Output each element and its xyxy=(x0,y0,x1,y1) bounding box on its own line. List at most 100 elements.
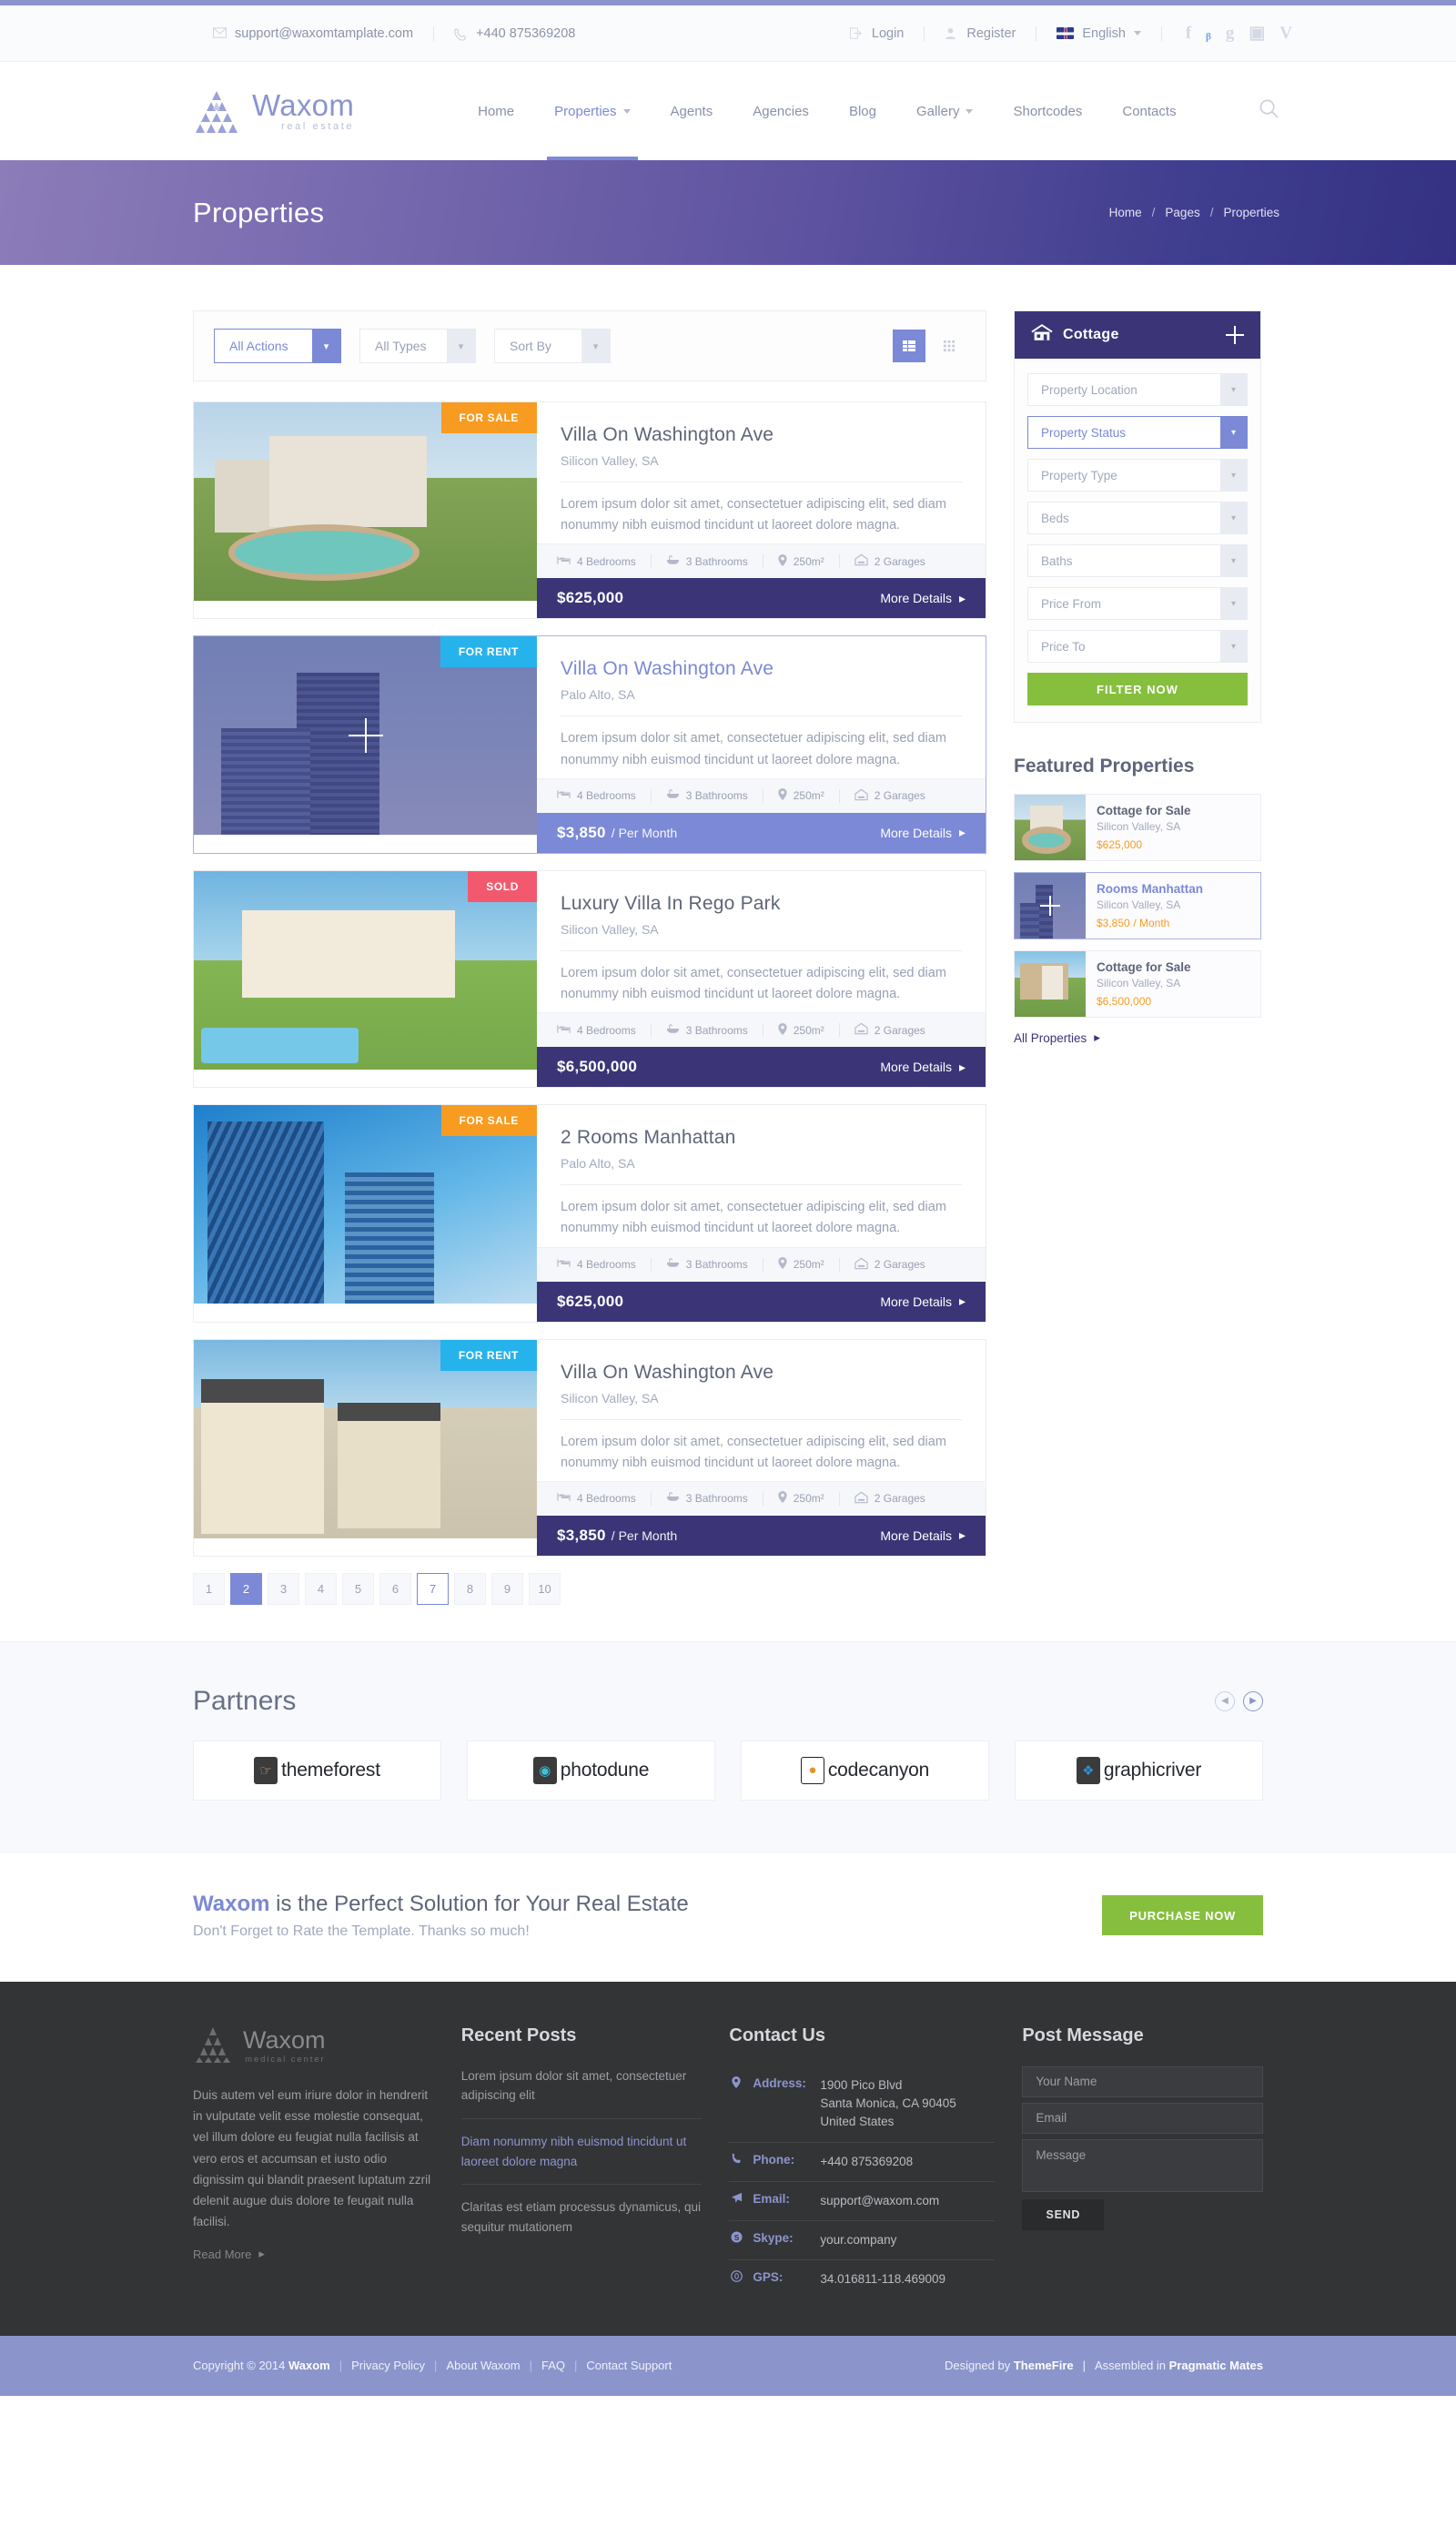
filter-property-location[interactable]: Property Location ▾ xyxy=(1027,373,1248,406)
all-properties-link[interactable]: All Properties ▸ xyxy=(1014,1030,1261,1045)
partner-photodune[interactable]: ◉ photodune xyxy=(467,1740,715,1801)
recent-post-item[interactable]: Diam nonummy nibh euismod tincidunt ut l… xyxy=(460,2132,703,2186)
image-hover-overlay[interactable] xyxy=(1015,873,1086,939)
filter-all-actions[interactable]: All Actions ▾ xyxy=(214,329,341,363)
filter-property-type[interactable]: Property Type ▾ xyxy=(1027,459,1248,492)
footer-logo[interactable]: Waxom medical center xyxy=(193,2025,434,2068)
featured-name[interactable]: Rooms Manhattan xyxy=(1097,882,1203,896)
property-title[interactable]: 2 Rooms Manhattan xyxy=(561,1127,962,1149)
nav-item-blog[interactable]: Blog xyxy=(829,62,896,160)
page-button-6[interactable]: 6 xyxy=(379,1572,411,1605)
property-title[interactable]: Villa On Washington Ave xyxy=(561,1362,962,1384)
more-details-link[interactable]: More Details ▸ xyxy=(880,591,966,606)
filter-price-from[interactable]: Price From ▾ xyxy=(1027,587,1248,620)
partner-themeforest[interactable]: ☞ themeforest xyxy=(193,1740,441,1801)
property-image[interactable]: SOLD xyxy=(194,870,537,1070)
faq-link[interactable]: FAQ xyxy=(541,2359,565,2372)
language-selector[interactable]: English xyxy=(1036,26,1161,41)
read-more-link[interactable]: Read More ▸ xyxy=(193,2247,434,2261)
page-button-3[interactable]: 3 xyxy=(268,1572,299,1605)
breadcrumb-pages[interactable]: Pages xyxy=(1165,206,1199,219)
property-title[interactable]: Villa On Washington Ave xyxy=(561,658,962,680)
partner-graphicriver[interactable]: ❖ graphicriver xyxy=(1015,1740,1263,1801)
more-details-link[interactable]: More Details ▸ xyxy=(880,1060,966,1075)
page-button-2[interactable]: 2 xyxy=(230,1572,262,1605)
contact-support-link[interactable]: Contact Support xyxy=(586,2359,672,2372)
email-input[interactable]: Email xyxy=(1022,2102,1263,2134)
about-waxom-link[interactable]: About Waxom xyxy=(446,2359,520,2372)
page-button-9[interactable]: 9 xyxy=(491,1572,523,1605)
filter-sort-by[interactable]: Sort By ▾ xyxy=(494,329,611,363)
featured-name[interactable]: Cottage for Sale xyxy=(1097,804,1191,817)
name-input[interactable]: Your Name xyxy=(1022,2065,1263,2097)
filter-now-button[interactable]: FILTER NOW xyxy=(1027,673,1248,705)
partner-codecanyon[interactable]: ● codecanyon xyxy=(741,1740,989,1801)
vimeo-icon[interactable]: V xyxy=(1279,25,1292,42)
facebook-icon[interactable]: f xyxy=(1186,25,1191,42)
property-card[interactable]: FOR SALE Villa On Washington Ave Silicon… xyxy=(193,401,986,620)
nav-item-gallery[interactable]: Gallery xyxy=(896,62,994,160)
designer-name[interactable]: ThemeFire xyxy=(1014,2359,1074,2372)
filter-price-to[interactable]: Price To ▾ xyxy=(1027,630,1248,663)
login-link[interactable]: Login xyxy=(830,26,924,41)
property-image[interactable]: FOR RENT xyxy=(194,1339,537,1538)
twitter-icon[interactable]: ᵦ xyxy=(1206,25,1211,42)
page-button-8[interactable]: 8 xyxy=(454,1572,486,1605)
page-button-10[interactable]: 10 xyxy=(529,1572,561,1605)
recent-post-item[interactable]: Claritas est etiam processus dynamicus, … xyxy=(461,2197,703,2249)
more-details-link[interactable]: More Details ▸ xyxy=(880,825,966,840)
filter-beds[interactable]: Beds ▾ xyxy=(1027,502,1248,534)
featured-thumb[interactable] xyxy=(1015,951,1086,1017)
contact-value[interactable]: support@waxom.com xyxy=(820,2192,939,2210)
nav-item-shortcodes[interactable]: Shortcodes xyxy=(993,62,1102,160)
more-details-link[interactable]: More Details ▸ xyxy=(880,1294,966,1309)
featured-thumb[interactable] xyxy=(1015,873,1086,939)
filter-all-types[interactable]: All Types ▾ xyxy=(359,329,476,363)
property-card[interactable]: SOLD Luxury Villa In Rego Park Silicon V… xyxy=(193,869,986,1089)
property-image[interactable]: FOR RENT xyxy=(194,636,537,836)
property-card[interactable]: FOR RENT Villa On Washington Ave Palo Al… xyxy=(193,635,986,854)
featured-thumb[interactable] xyxy=(1015,795,1086,860)
topbar-phone[interactable]: +440 875369208 xyxy=(434,26,595,41)
site-logo[interactable]: Waxom real estate xyxy=(193,88,354,134)
search-icon[interactable] xyxy=(1259,98,1292,124)
filter-property-status[interactable]: Property Status ▾ xyxy=(1027,416,1248,449)
property-card[interactable]: FOR RENT Villa On Washington Ave Silicon… xyxy=(193,1338,986,1557)
page-button-4[interactable]: 4 xyxy=(305,1572,337,1605)
list-view-button[interactable] xyxy=(893,330,925,362)
purchase-now-button[interactable]: PURCHASE NOW xyxy=(1102,1895,1263,1936)
register-link[interactable]: Register xyxy=(925,26,1036,41)
breadcrumb-home[interactable]: Home xyxy=(1109,206,1142,219)
page-button-7[interactable]: 7 xyxy=(417,1572,449,1605)
recent-post-item[interactable]: Lorem ipsum dolor sit amet, consectetuer… xyxy=(460,2066,703,2120)
carousel-next-button[interactable]: ▶ xyxy=(1243,1690,1263,1711)
featured-property-item[interactable]: Cottage for Sale Silicon Valley, SA $625… xyxy=(1014,794,1261,861)
page-button-1[interactable]: 1 xyxy=(193,1572,225,1605)
nav-item-agencies[interactable]: Agencies xyxy=(733,62,829,160)
nav-item-agents[interactable]: Agents xyxy=(651,62,733,160)
privacy-policy-link[interactable]: Privacy Policy xyxy=(351,2359,425,2372)
plus-icon[interactable] xyxy=(1226,326,1244,344)
assembler-name[interactable]: Pragmatic Mates xyxy=(1169,2359,1263,2372)
property-title[interactable]: Villa On Washington Ave xyxy=(561,424,962,446)
featured-property-item[interactable]: Rooms Manhattan Silicon Valley, SA $3,85… xyxy=(1014,872,1261,939)
topbar-email[interactable]: support@waxomtamplate.com xyxy=(193,26,433,41)
send-button[interactable]: SEND xyxy=(1022,2198,1105,2230)
carousel-prev-button[interactable]: ◀ xyxy=(1215,1690,1235,1711)
filter-baths[interactable]: Baths ▾ xyxy=(1027,544,1248,577)
grid-view-button[interactable] xyxy=(933,330,966,362)
property-image[interactable]: FOR SALE xyxy=(194,1105,537,1304)
nav-item-contacts[interactable]: Contacts xyxy=(1102,62,1196,160)
nav-item-properties[interactable]: Properties xyxy=(534,62,650,160)
property-title[interactable]: Luxury Villa In Rego Park xyxy=(561,893,962,915)
page-button-5[interactable]: 5 xyxy=(342,1572,374,1605)
message-textarea[interactable]: Message xyxy=(1022,2138,1263,2192)
property-image[interactable]: FOR SALE xyxy=(194,402,537,601)
property-card[interactable]: FOR SALE 2 Rooms Manhattan Palo Alto, SA… xyxy=(193,1104,986,1323)
instagram-icon[interactable]: ▣ xyxy=(1249,25,1265,42)
googleplus-icon[interactable]: g xyxy=(1226,25,1235,42)
featured-name[interactable]: Cottage for Sale xyxy=(1097,960,1191,974)
featured-property-item[interactable]: Cottage for Sale Silicon Valley, SA $6,5… xyxy=(1014,950,1261,1018)
more-details-link[interactable]: More Details ▸ xyxy=(880,1527,966,1543)
nav-item-home[interactable]: Home xyxy=(458,62,534,160)
